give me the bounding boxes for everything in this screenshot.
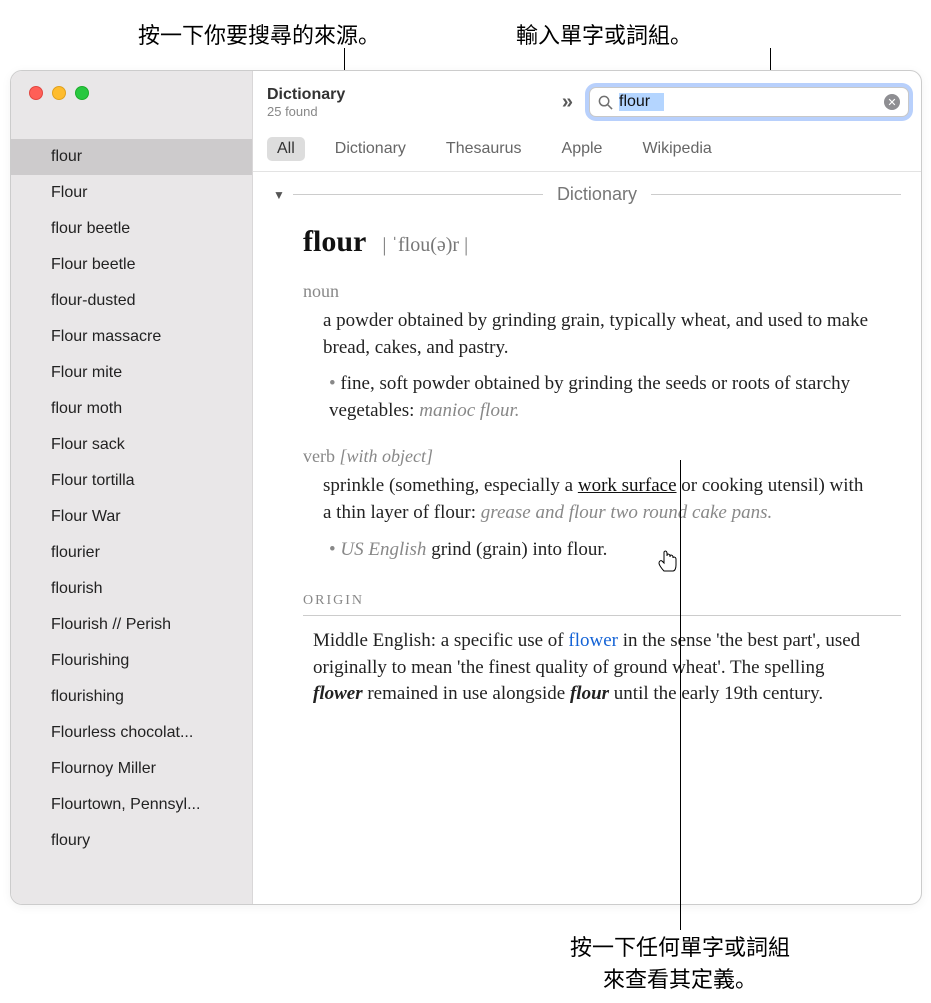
list-item[interactable]: Flour beetle — [11, 247, 252, 283]
sidebar: flourFlourflour beetleFlour beetleflour-… — [11, 71, 253, 904]
disclosure-triangle-icon[interactable]: ▼ — [273, 188, 285, 202]
list-item[interactable]: flourier — [11, 535, 252, 571]
close-button[interactable] — [29, 86, 43, 100]
part-of-speech-noun: noun — [303, 281, 901, 302]
main-pane: Dictionary 25 found » ✕ All Dictionary The… — [253, 71, 921, 904]
list-item[interactable]: Flournoy Miller — [11, 751, 252, 787]
callout-search: 輸入單字或詞組。 — [516, 18, 692, 50]
list-item[interactable]: flourish — [11, 571, 252, 607]
grammatical-note: [with object] — [339, 446, 433, 466]
list-item[interactable]: Flour mite — [11, 355, 252, 391]
pronunciation: | ˈflou(ə)r | — [382, 234, 468, 257]
list-item[interactable]: Flour massacre — [11, 319, 252, 355]
list-item[interactable]: flourishing — [11, 679, 252, 715]
part-of-speech-verb: verb [with object] — [303, 446, 901, 467]
list-item[interactable]: Flourtown, Pennsyl... — [11, 787, 252, 823]
callout-source: 按一下你要搜尋的來源。 — [138, 18, 380, 50]
headword: flour — [303, 225, 366, 259]
cross-reference-link[interactable]: work surface — [578, 475, 677, 496]
source-tab-thesaurus[interactable]: Thesaurus — [436, 137, 532, 161]
origin-cross-ref[interactable]: flower — [568, 630, 618, 651]
section-header: ▼ Dictionary — [273, 184, 901, 205]
source-tab-dictionary[interactable]: Dictionary — [325, 137, 416, 161]
example-text: manioc flour. — [419, 400, 519, 421]
callout-line — [680, 460, 681, 930]
list-item[interactable]: flour beetle — [11, 211, 252, 247]
result-count: 25 found — [267, 104, 546, 119]
title-block: Dictionary 25 found — [267, 86, 546, 119]
toolbar: Dictionary 25 found » ✕ — [253, 71, 921, 131]
clear-search-button[interactable]: ✕ — [884, 94, 900, 110]
window-controls — [11, 71, 252, 119]
list-item[interactable]: Flourless chocolat... — [11, 715, 252, 751]
list-item[interactable]: Flourish // Perish — [11, 607, 252, 643]
list-item[interactable]: flour moth — [11, 391, 252, 427]
headword-row: flour | ˈflou(ə)r | — [303, 225, 901, 259]
minimize-button[interactable] — [52, 86, 66, 100]
list-item[interactable]: flour-dusted — [11, 283, 252, 319]
noun-definition[interactable]: a powder obtained by grinding grain, typ… — [323, 308, 871, 361]
example-text: grease and flour two round cake pans. — [481, 502, 773, 523]
fullscreen-button[interactable] — [75, 86, 89, 100]
search-field[interactable]: ✕ — [589, 87, 909, 117]
overflow-chevron-icon[interactable]: » — [556, 91, 579, 114]
list-item[interactable]: Flourishing — [11, 643, 252, 679]
results-list: flourFlourflour beetleFlour beetleflour-… — [11, 119, 252, 904]
search-input[interactable] — [619, 93, 884, 111]
noun-sub-definition[interactable]: fine, soft powder obtained by grinding t… — [329, 371, 871, 424]
verb-sub-definition[interactable]: US English grind (grain) into flour. — [329, 537, 871, 564]
origin-text[interactable]: Middle English: a specific use of flower… — [313, 628, 871, 708]
verb-definition[interactable]: sprinkle (something, especially a work s… — [323, 473, 871, 526]
list-item[interactable]: Flour sack — [11, 427, 252, 463]
source-tab-all[interactable]: All — [267, 137, 305, 161]
region-label: US English — [340, 539, 426, 560]
source-tabs: All Dictionary Thesaurus Apple Wikipedia — [253, 131, 921, 172]
source-tab-apple[interactable]: Apple — [552, 137, 613, 161]
list-item[interactable]: Flour War — [11, 499, 252, 535]
window-title: Dictionary — [267, 86, 546, 104]
list-item[interactable]: Flour — [11, 175, 252, 211]
section-label: Dictionary — [543, 184, 651, 205]
list-item[interactable]: floury — [11, 823, 252, 859]
source-tab-wikipedia[interactable]: Wikipedia — [632, 137, 721, 161]
definition-content: ▼ Dictionary flour | ˈflou(ə)r | noun a … — [253, 172, 921, 904]
callout-click-word: 按一下任何單字或詞組 來查看其定義。 — [450, 930, 910, 994]
dictionary-window: flourFlourflour beetleFlour beetleflour-… — [10, 70, 922, 905]
list-item[interactable]: flour — [11, 139, 252, 175]
list-item[interactable]: Flour tortilla — [11, 463, 252, 499]
search-icon — [598, 95, 613, 110]
origin-header: ORIGIN — [303, 593, 901, 616]
